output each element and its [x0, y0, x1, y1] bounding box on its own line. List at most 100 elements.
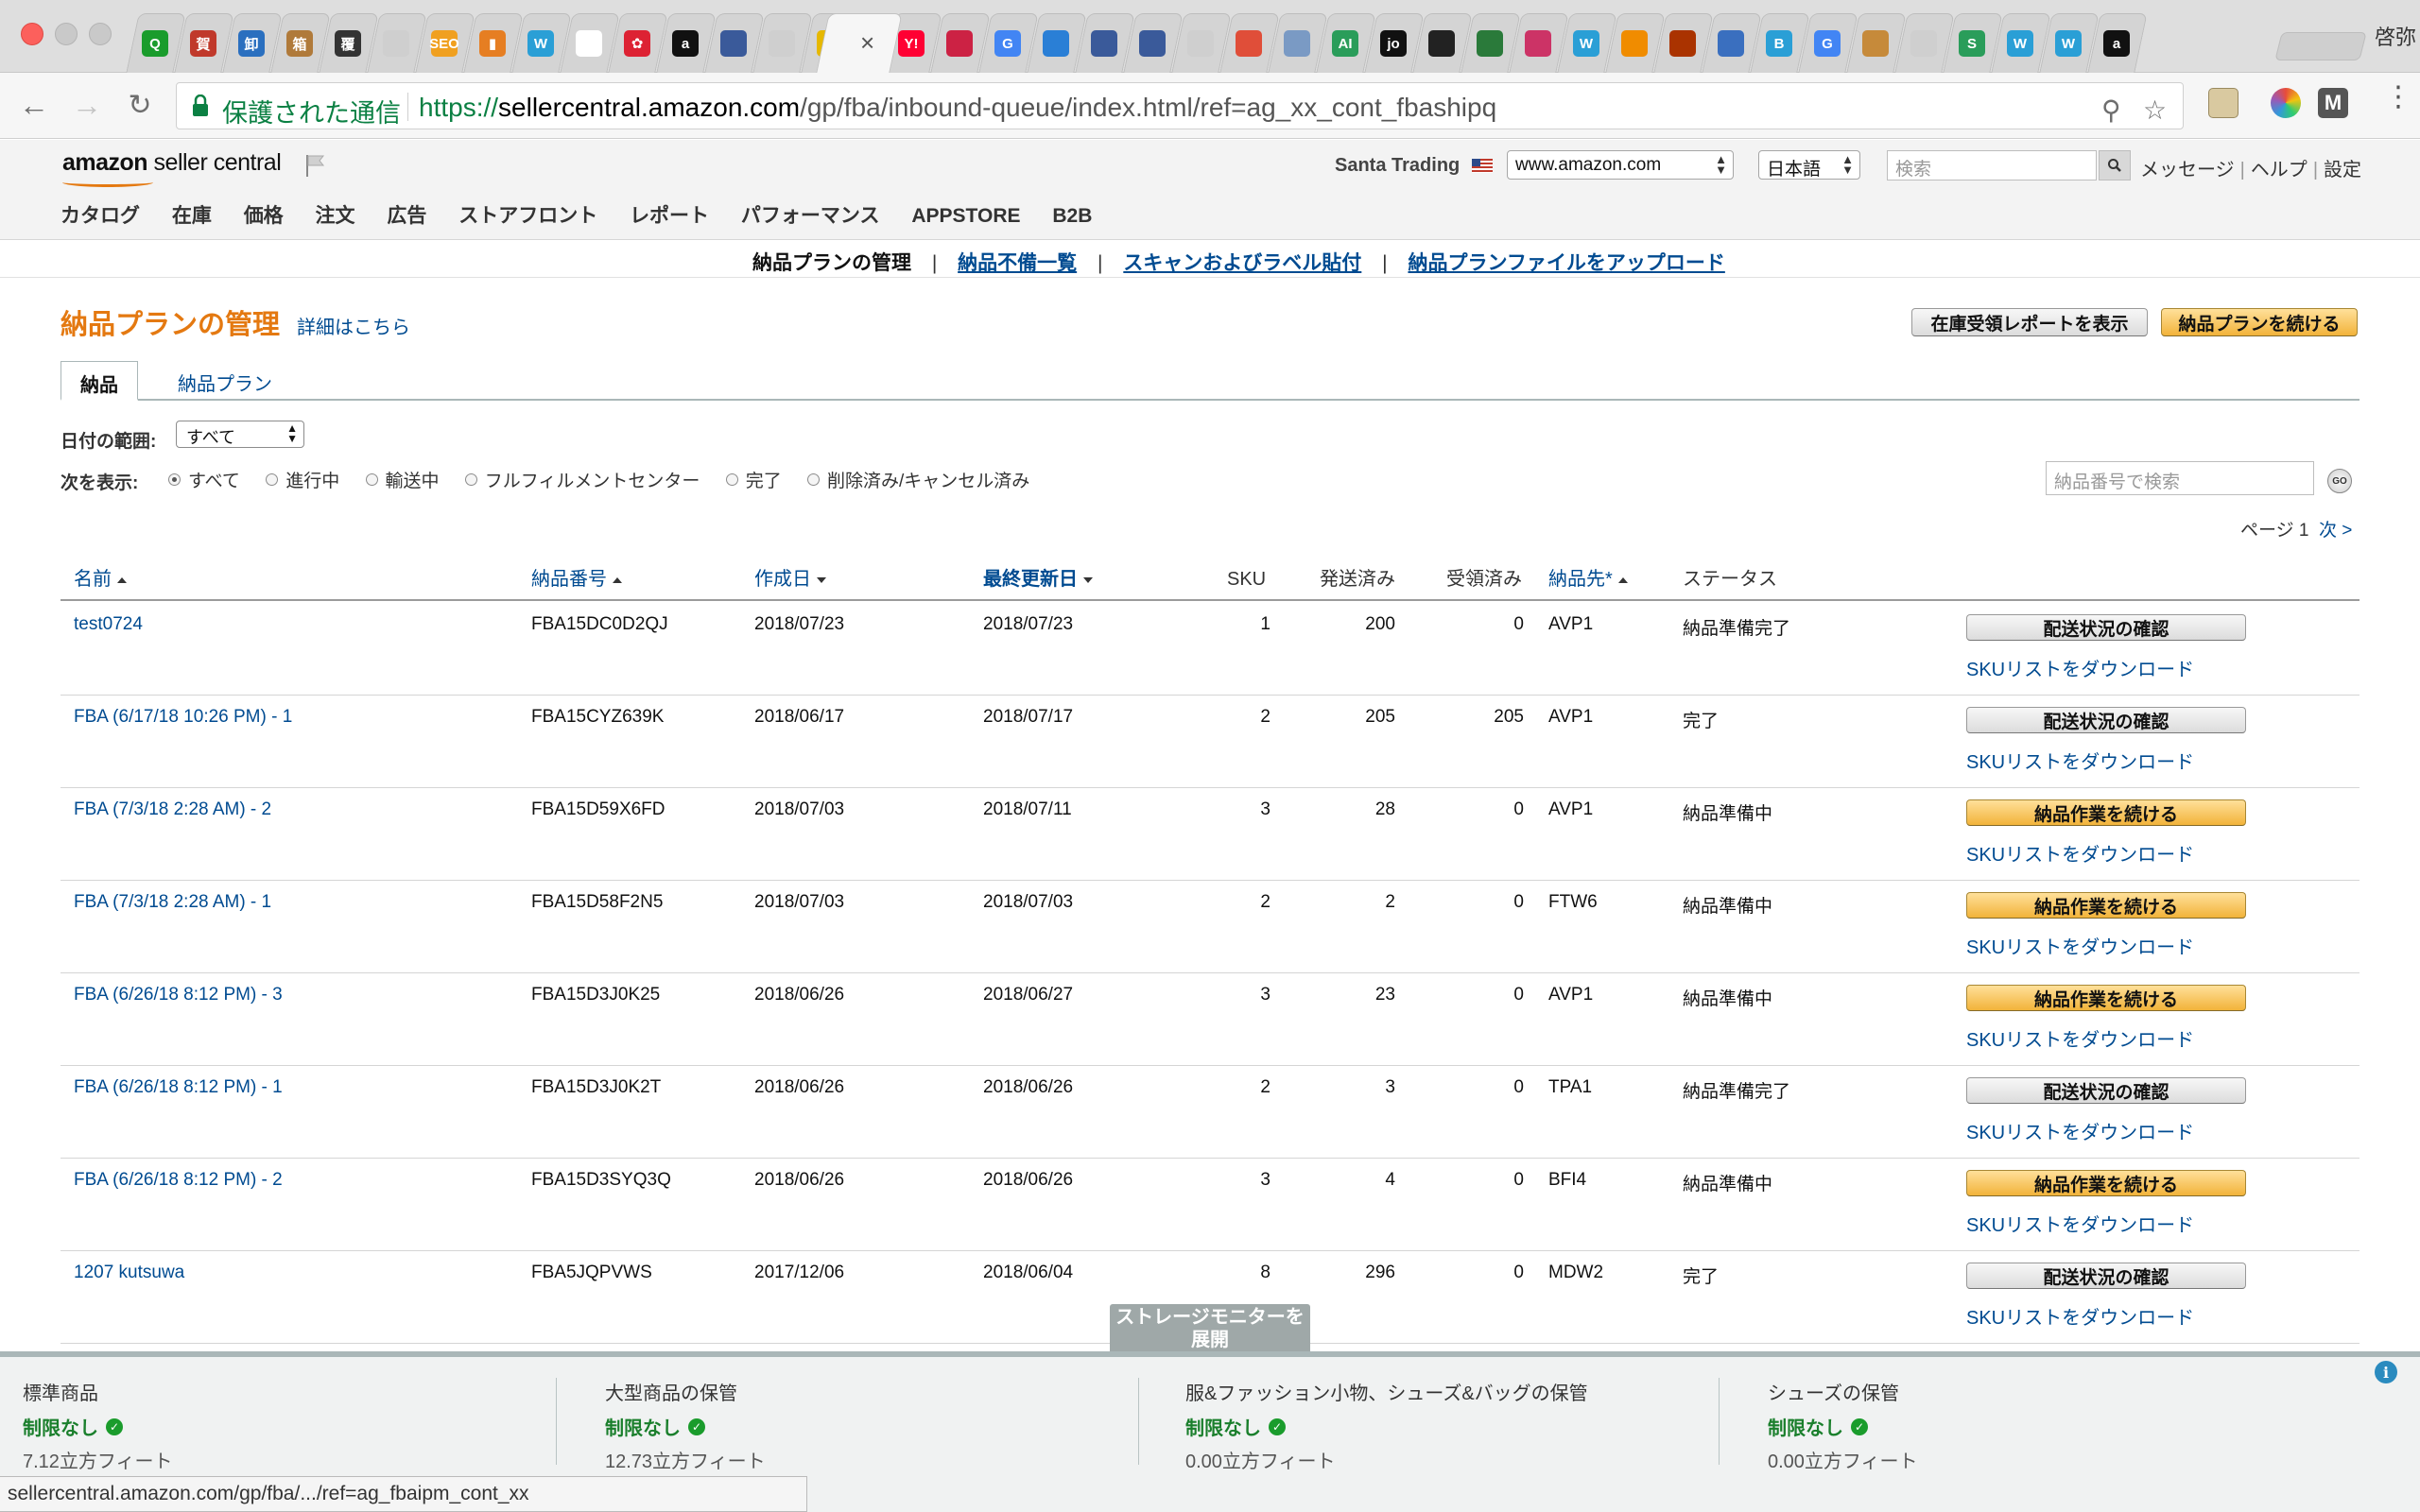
filter-fulfillment-center-radio[interactable]: フルフィルメントセンター [464, 467, 700, 492]
nav-b2b[interactable]: B2B [1052, 205, 1092, 227]
settings-link[interactable]: 設定 [2324, 160, 2361, 180]
received-count: 0 [1513, 1263, 1524, 1282]
nav-advertising[interactable]: 広告 [387, 205, 426, 227]
column-destination[interactable]: 納品先* [1548, 563, 1628, 591]
shipment-name-link[interactable]: FBA (6/26/18 8:12 PM) - 2 [74, 1170, 283, 1191]
download-sku-list-link[interactable]: SKUリストをダウンロード [1966, 747, 2194, 774]
shipment-id: FBA15D3J0K2T [531, 1077, 662, 1097]
tab-plans[interactable]: 納品プラン [159, 361, 291, 401]
received-count: 0 [1513, 614, 1524, 634]
window-close-button[interactable] [21, 23, 43, 45]
nav-performance[interactable]: パフォーマンス [741, 205, 880, 227]
browser-menu-icon[interactable]: ⋮ [2384, 83, 2412, 112]
date-range-select[interactable]: すべて ▲ ▼ [176, 421, 304, 448]
address-bar[interactable]: 保護された通信 https://sellercentral.amazon.com… [176, 82, 2184, 129]
tab-favicon-icon [1910, 30, 1937, 57]
tab-favicon-icon: G [994, 30, 1021, 57]
next-page-link[interactable]: 次 > [2319, 521, 2352, 541]
created-date: 2018/07/03 [754, 799, 845, 819]
column-shipment-id[interactable]: 納品番号 [531, 563, 622, 591]
shipment-name-link[interactable]: 1207 kutsuwa [74, 1263, 184, 1283]
track-shipment-button[interactable]: 配送状況の確認 [1966, 707, 2246, 733]
nav-appstore[interactable]: APPSTORE [911, 205, 1020, 227]
tab-favicon-icon [1043, 30, 1069, 57]
nav-pricing[interactable]: 価格 [244, 205, 284, 227]
download-sku-list-link[interactable]: SKUリストをダウンロード [1966, 1210, 2194, 1237]
created-date: 2018/07/03 [754, 892, 845, 912]
extension-image-icon[interactable] [2208, 88, 2238, 118]
download-sku-list-link[interactable]: SKUリストをダウンロード [1966, 654, 2194, 681]
continue-shipment-button[interactable]: 納品作業を続ける [1966, 1170, 2246, 1196]
column-last-updated[interactable]: 最終更新日 [983, 563, 1093, 591]
learn-more-link[interactable]: 詳細はこちら [297, 312, 410, 339]
nav-inventory[interactable]: 在庫 [172, 205, 212, 227]
nav-reports[interactable]: レポート [630, 205, 709, 227]
continue-plan-button[interactable]: 納品プランを続ける [2161, 308, 2358, 336]
filter-deleted-radio[interactable]: 削除済み/キャンセル済み [807, 467, 1029, 492]
reload-icon[interactable]: ↻ [121, 86, 159, 124]
continue-shipment-button[interactable]: 納品作業を続ける [1966, 892, 2246, 919]
seller-central-logo[interactable]: amazon seller central [62, 149, 282, 177]
column-created[interactable]: 作成日 [754, 563, 826, 591]
subnav-upload-plan-link[interactable]: 納品プランファイルをアップロード [1408, 252, 1724, 274]
logo-amazon: amazon [62, 149, 148, 176]
subnav-scan-label-link[interactable]: スキャンおよびラベル貼付 [1123, 252, 1361, 274]
extension-color-icon[interactable] [2271, 88, 2301, 118]
shipment-id: FBA15CYZ639K [531, 707, 665, 727]
receipt-report-button[interactable]: 在庫受領レポートを表示 [1911, 308, 2148, 336]
tab-shipments[interactable]: 納品 [60, 361, 138, 401]
download-sku-list-link[interactable]: SKUリストをダウンロード [1966, 1302, 2194, 1330]
track-shipment-button[interactable]: 配送状況の確認 [1966, 614, 2246, 641]
download-sku-list-link[interactable]: SKUリストをダウンロード [1966, 839, 2194, 867]
shipment-name-link[interactable]: FBA (6/26/18 8:12 PM) - 1 [74, 1077, 283, 1098]
messages-link[interactable]: メッセージ [2140, 160, 2235, 180]
profile-name[interactable]: 啓弥 [2375, 21, 2416, 51]
sku-count: 8 [1260, 1263, 1270, 1282]
continue-shipment-button[interactable]: 納品作業を続ける [1966, 985, 2246, 1011]
zoom-icon[interactable]: ⚲ [2101, 94, 2121, 126]
shipment-name-link[interactable]: FBA (7/3/18 2:28 AM) - 2 [74, 799, 271, 820]
window-zoom-button[interactable] [89, 23, 112, 45]
extension-m-icon[interactable]: M [2318, 88, 2348, 118]
download-sku-list-link[interactable]: SKUリストをダウンロード [1966, 932, 2194, 959]
filter-in-progress-radio[interactable]: 進行中 [266, 467, 339, 492]
back-icon[interactable]: ← [15, 86, 53, 124]
new-tab-button[interactable] [2274, 32, 2367, 60]
storage-monitor-expand-button[interactable]: ストレージモニターを 展開 [1110, 1304, 1310, 1351]
nav-catalog[interactable]: カタログ [60, 205, 140, 227]
marketplace-select[interactable]: www.amazon.com ▲ ▼ [1507, 150, 1734, 180]
filter-closed-radio[interactable]: 完了 [725, 467, 782, 492]
shipment-search-input[interactable]: 納品番号で検索 [2046, 461, 2314, 495]
download-sku-list-link[interactable]: SKUリストをダウンロード [1966, 1024, 2194, 1052]
url-text[interactable]: https://sellercentral.amazon.com/gp/fba/… [419, 93, 1496, 123]
browser-toolbar: ← → ↻ 保護された通信 https://sellercentral.amaz… [0, 73, 2420, 139]
tab-close-icon[interactable]: × [860, 28, 874, 58]
filter-in-transit-radio[interactable]: 輸送中 [365, 467, 440, 492]
go-button[interactable]: GO [2327, 469, 2352, 493]
forward-icon[interactable]: → [68, 86, 106, 124]
info-icon[interactable]: i [2375, 1361, 2397, 1383]
track-shipment-button[interactable]: 配送状況の確認 [1966, 1077, 2246, 1104]
track-shipment-button[interactable]: 配送状況の確認 [1966, 1263, 2246, 1289]
download-sku-list-link[interactable]: SKUリストをダウンロード [1966, 1117, 2194, 1144]
nav-orders[interactable]: 注文 [316, 205, 355, 227]
nav-storefront[interactable]: ストアフロント [458, 205, 597, 227]
shipment-id: FBA15D58F2N5 [531, 892, 664, 912]
shipment-name-link[interactable]: test0724 [74, 614, 143, 635]
header-search-button[interactable] [2099, 150, 2131, 180]
language-select[interactable]: 日本語 ▲ ▼ [1758, 150, 1860, 180]
continue-shipment-button[interactable]: 納品作業を続ける [1966, 799, 2246, 826]
filter-all-radio[interactable]: すべて [168, 467, 240, 492]
help-link[interactable]: ヘルプ [2251, 160, 2308, 180]
active-tab[interactable] [816, 13, 903, 73]
column-name[interactable]: 名前 [74, 563, 127, 591]
storage-standard: 標準商品 制限なし ✓ 7.12立方フィート [23, 1378, 173, 1473]
shipment-name-link[interactable]: FBA (6/17/18 10:26 PM) - 1 [74, 707, 292, 728]
bookmark-star-icon[interactable]: ☆ [2143, 94, 2167, 126]
flag-icon[interactable] [304, 153, 327, 178]
shipment-name-link[interactable]: FBA (6/26/18 8:12 PM) - 3 [74, 985, 283, 1005]
subnav-shipment-problems-link[interactable]: 納品不備一覧 [958, 252, 1077, 274]
window-minimize-button[interactable] [55, 23, 78, 45]
header-search-input[interactable]: 検索 [1887, 150, 2097, 180]
shipment-name-link[interactable]: FBA (7/3/18 2:28 AM) - 1 [74, 892, 271, 913]
